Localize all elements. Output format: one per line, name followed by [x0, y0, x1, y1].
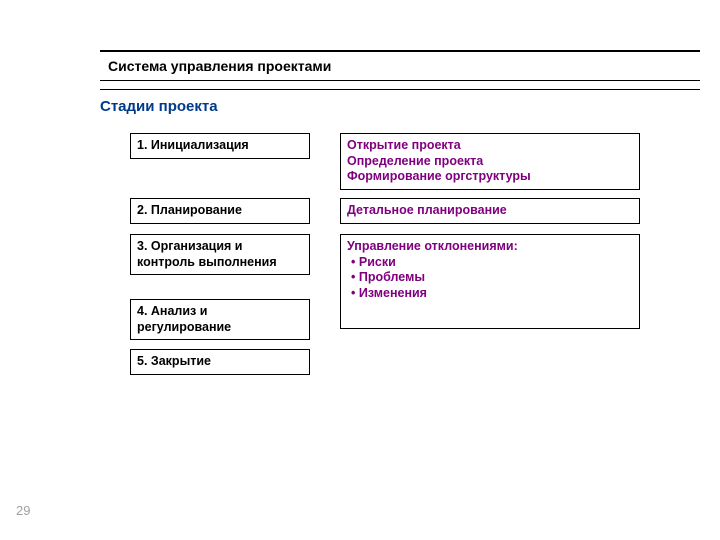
subheader-line: Стадии проекта: [100, 89, 700, 115]
header-box: Система управления проектами: [100, 50, 700, 81]
stage-2-label: 2. Планирование: [137, 203, 242, 217]
desc-3-b2: Проблемы: [351, 270, 633, 286]
header-text: Система управления проектами: [108, 58, 692, 74]
stage-5-box: 5. Закрытие: [130, 349, 310, 375]
desc-3-b3: Изменения: [351, 286, 633, 302]
desc-1-line3: Формирование оргструктуры: [347, 169, 633, 185]
subheader-text: Стадии проекта: [100, 98, 700, 115]
desc-3-box: Управление отклонениями: Риски Проблемы …: [340, 234, 640, 329]
stage-1-label: 1. Инициализация: [137, 138, 249, 152]
desc-1-line1: Открытие проекта: [347, 138, 633, 154]
page-number: 29: [16, 503, 30, 518]
desc-3-title: Управление отклонениями:: [347, 239, 633, 255]
desc-3-b1: Риски: [351, 255, 633, 271]
stage-3-label: 3. Организация и контроль выполнения: [137, 239, 277, 269]
stage-3-box: 3. Организация и контроль выполнения: [130, 234, 310, 275]
desc-2-box: Детальное планирование: [340, 198, 640, 224]
desc-1-line2: Определение проекта: [347, 154, 633, 170]
stage-1-box: 1. Инициализация: [130, 133, 310, 159]
stage-5-label: 5. Закрытие: [137, 354, 211, 368]
stage-4-box: 4. Анализ и регулирование: [130, 299, 310, 340]
desc-2-text: Детальное планирование: [347, 203, 507, 217]
slide: Система управления проектами Стадии прое…: [0, 0, 720, 153]
desc-1-box: Открытие проекта Определение проекта Фор…: [340, 133, 640, 190]
stage-4-label: 4. Анализ и регулирование: [137, 304, 231, 334]
desc-3-list: Риски Проблемы Изменения: [351, 255, 633, 302]
stage-2-box: 2. Планирование: [130, 198, 310, 224]
